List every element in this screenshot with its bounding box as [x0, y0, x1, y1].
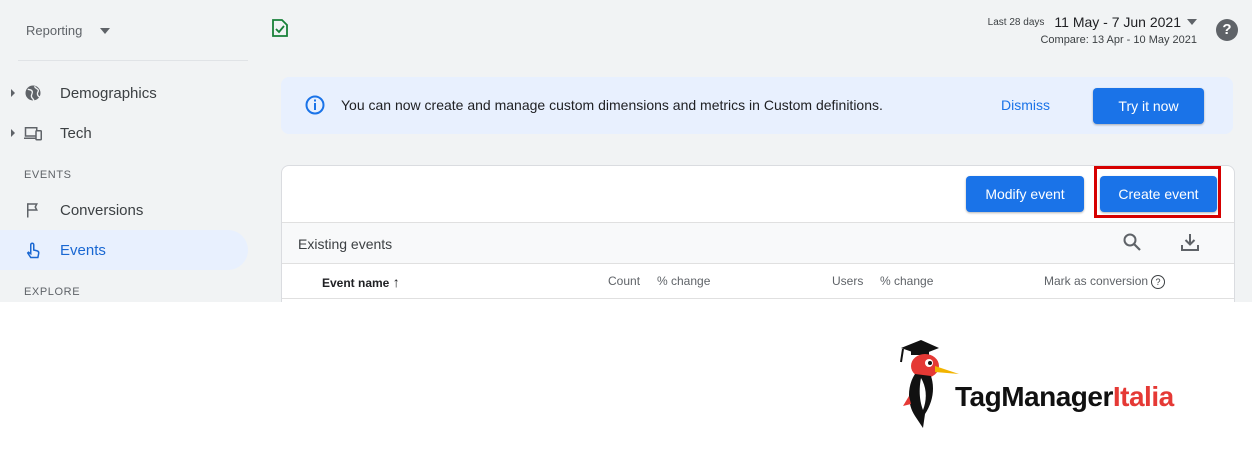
- modify-event-button[interactable]: Modify event: [966, 176, 1084, 212]
- dismiss-button[interactable]: Dismiss: [1001, 97, 1050, 113]
- section-title-explore: EXPLORE: [24, 286, 81, 298]
- expand-arrow-icon: [11, 89, 15, 97]
- column-header-count-change[interactable]: % change: [657, 274, 710, 288]
- info-banner: You can now create and manage custom dim…: [281, 77, 1233, 134]
- sidebar-item-conversions[interactable]: Conversions: [0, 190, 248, 230]
- logo-word-italia: Italia: [1112, 381, 1174, 412]
- download-icon[interactable]: [1180, 232, 1200, 252]
- sidebar-item-label: Events: [60, 241, 106, 259]
- tag-manager-italia-logo: TagManagerItalia: [893, 336, 1213, 431]
- divider: [282, 263, 1234, 264]
- events-card: Modify event Create event Existing event…: [281, 165, 1235, 302]
- woodpecker-mascot-icon: [900, 340, 959, 428]
- date-range-picker[interactable]: Last 28 days 11 May - 7 Jun 2021 Compare…: [988, 14, 1197, 46]
- sort-arrow-icon: ↑: [392, 274, 400, 290]
- column-header-event-name[interactable]: Event name ↑: [322, 274, 400, 290]
- caret-down-icon: [1187, 19, 1197, 25]
- sidebar-item-label: Conversions: [60, 201, 144, 219]
- column-header-count[interactable]: Count: [608, 274, 640, 288]
- info-icon: [305, 95, 325, 115]
- section-title-events: EVENTS: [24, 169, 72, 181]
- create-event-button[interactable]: Create event: [1100, 176, 1217, 212]
- caret-down-icon: [100, 27, 111, 34]
- column-header-mark-as-conversion[interactable]: Mark as conversion?: [1044, 274, 1166, 289]
- search-icon[interactable]: [1122, 232, 1142, 252]
- existing-events-header: Existing events: [282, 223, 1234, 263]
- banner-message: You can now create and manage custom dim…: [341, 97, 883, 113]
- report-status-icon[interactable]: [271, 19, 289, 37]
- divider: [282, 298, 1234, 299]
- sidebar: Reporting Demographics Tech EVENTS Conve…: [0, 0, 255, 302]
- existing-events-title: Existing events: [298, 236, 393, 252]
- logo-wordmark: TagManagerItalia: [955, 381, 1174, 413]
- try-it-now-button[interactable]: Try it now: [1093, 88, 1204, 124]
- logo-word-tagmanager: TagManager: [955, 381, 1113, 412]
- sidebar-item-demographics[interactable]: Demographics: [0, 73, 248, 113]
- reporting-label: Reporting: [26, 23, 83, 38]
- date-range-value: 11 May - 7 Jun 2021: [1054, 14, 1181, 30]
- touch-icon: [26, 242, 40, 259]
- sidebar-item-tech[interactable]: Tech: [0, 113, 248, 153]
- period-label: Last 28 days: [987, 16, 1045, 28]
- sidebar-divider: [18, 60, 248, 61]
- sidebar-item-label: Demographics: [60, 84, 157, 102]
- column-header-users-change[interactable]: % change: [880, 274, 933, 288]
- flag-icon: [27, 203, 38, 218]
- sidebar-item-events[interactable]: Events: [0, 230, 248, 270]
- column-header-users[interactable]: Users: [832, 274, 863, 288]
- help-icon[interactable]: ?: [1216, 19, 1238, 41]
- analytics-app: Reporting Demographics Tech EVENTS Conve…: [0, 0, 1252, 302]
- globe-icon: [25, 85, 41, 101]
- sidebar-item-label: Tech: [60, 124, 92, 142]
- help-circle-icon[interactable]: ?: [1151, 274, 1166, 289]
- expand-arrow-icon: [11, 129, 15, 137]
- compare-range: Compare: 13 Apr - 10 May 2021: [1040, 34, 1197, 46]
- reporting-menu[interactable]: Reporting: [26, 23, 111, 38]
- devices-icon: [24, 127, 42, 141]
